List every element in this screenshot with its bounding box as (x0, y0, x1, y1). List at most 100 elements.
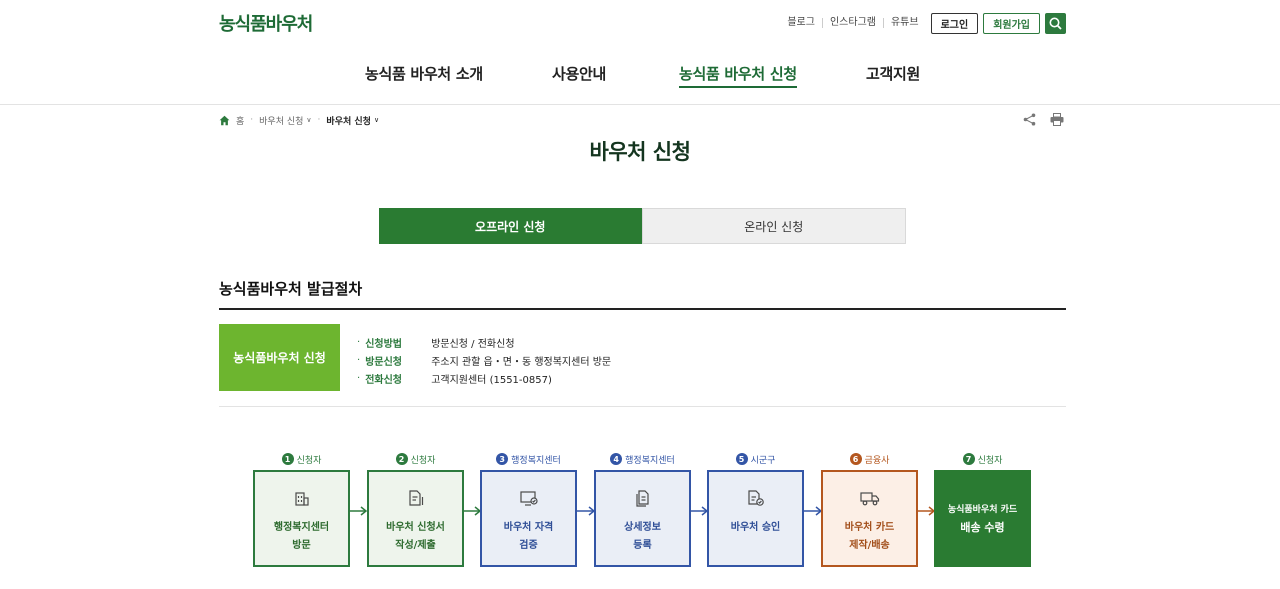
step-actor: 2 신청자 (367, 452, 464, 466)
document-pen-icon (408, 490, 423, 506)
breadcrumb-level1[interactable]: 바우처 신청 (259, 114, 303, 127)
tab-offline[interactable]: 오프라인 신청 (379, 208, 642, 244)
info-value: 고객지원센터 (1551-0857) (431, 374, 552, 386)
youtube-link[interactable]: 유튜브 (882, 18, 926, 28)
step-card: 행정복지센터방문 (253, 470, 350, 567)
building-icon (294, 492, 309, 506)
section-divider (219, 308, 1066, 310)
step-card: 농식품바우처 카드 배송 수령 (934, 470, 1031, 567)
step-line1: 바우처 자격 (503, 522, 554, 533)
step-actor-label: 행정복지센터 (625, 455, 675, 466)
nav-item-guide[interactable]: 사용안내 (552, 63, 606, 84)
step-card: 상세정보등록 (594, 470, 691, 567)
step-actor: 4 행정복지센터 (594, 452, 691, 466)
share-icon[interactable] (1023, 113, 1036, 126)
nav-item-apply[interactable]: 농식품 바우처 신청 (679, 63, 797, 88)
apply-info-list: · 신청방법 방문신청 / 전화신청 · 방문신청 주소지 관할 읍・면・동 행… (357, 333, 611, 387)
breadcrumb-home[interactable]: 홈 (236, 114, 244, 127)
step-card: 바우처 신청서작성/제출 (367, 470, 464, 567)
page-title: 바우처 신청 (589, 140, 691, 164)
step-actor-label: 신청자 (410, 455, 436, 466)
instagram-link[interactable]: 인스타그램 (821, 18, 883, 28)
step-actor: 5 시군구 (707, 452, 804, 466)
main-nav: 농식품 바우처 소개 사용안내 농식품 바우처 신청 고객지원 (0, 63, 1280, 88)
bullet-icon: · (357, 336, 361, 348)
step-actor-label: 시군구 (750, 455, 776, 466)
step-line1: 행정복지센터 (273, 522, 330, 533)
site-logo[interactable]: 농식품바우처 (219, 10, 313, 36)
step-line1: 바우처 신청서 (386, 522, 445, 533)
step-line2: 작성/제출 (395, 540, 436, 551)
step-number: 1 (281, 453, 294, 465)
chevron-down-icon[interactable]: ∨ (374, 116, 379, 124)
info-label: 방문신청 (365, 356, 402, 368)
step-card: 바우처 카드제작/배송 (821, 470, 918, 567)
arrow-right-icon (349, 506, 368, 516)
bullet-icon: · (357, 354, 361, 366)
step-line1: 바우처 승인 (730, 522, 781, 533)
step-actor-label: 행정복지센터 (511, 455, 561, 466)
process-step-1: 1 신청자 행정복지센터방문 (253, 452, 350, 567)
process-step-5: 5 시군구 바우처 승인 (707, 452, 804, 567)
documents-icon (635, 490, 649, 507)
section-divider (219, 406, 1066, 407)
step-actor: 7 신청자 (934, 452, 1031, 466)
process-step-3: 3 행정복지센터 바우처 자격검증 (480, 452, 577, 567)
step-number: 7 (962, 453, 975, 465)
step-actor: 1 신청자 (253, 452, 350, 466)
step-line2: 검증 (519, 540, 538, 551)
step-actor-label: 금융사 (864, 455, 890, 466)
info-label: 신청방법 (365, 338, 402, 350)
apply-tabs: 오프라인 신청 온라인 신청 (379, 208, 906, 244)
step-number: 5 (735, 453, 748, 465)
process-step-2: 2 신청자 바우처 신청서작성/제출 (367, 452, 464, 567)
login-button[interactable]: 로그인 (930, 12, 979, 34)
step-card: 바우처 자격검증 (480, 470, 577, 567)
process-step-4: 4 행정복지센터 상세정보등록 (594, 452, 691, 567)
step-number: 2 (395, 453, 408, 465)
step-card: 바우처 승인 (707, 470, 804, 567)
step-line2: 등록 (633, 540, 652, 551)
process-step-7: 7 신청자 농식품바우처 카드 배송 수령 (934, 452, 1031, 567)
info-row: · 신청방법 방문신청 / 전화신청 (357, 333, 611, 351)
step-number: 3 (496, 453, 509, 465)
step-actor: 3 행정복지센터 (480, 452, 577, 466)
step-line1: 바우처 카드 (844, 522, 895, 533)
apply-method-box: 농식품바우처 신청 (219, 324, 340, 391)
step-line1: 농식품바우처 카드 (947, 505, 1018, 515)
tab-online[interactable]: 온라인 신청 (641, 208, 906, 244)
utility-bar: 블로그 인스타그램 유튜브 로그인 회원가입 (780, 12, 1066, 34)
section-title: 농식품바우처 발급절차 (219, 280, 363, 298)
home-icon[interactable] (219, 115, 230, 126)
info-value: 주소지 관할 읍・면・동 행정복지센터 방문 (431, 356, 612, 368)
nav-item-support[interactable]: 고객지원 (866, 63, 920, 84)
step-line2: 제작/배송 (849, 540, 890, 551)
breadcrumb: 홈 · 바우처 신청 ∨ · 바우처 신청 ∨ (219, 113, 379, 127)
breadcrumb-level2[interactable]: 바우처 신청 (326, 114, 371, 127)
step-line1: 상세정보 (624, 522, 661, 533)
nav-item-intro[interactable]: 농식품 바우처 소개 (365, 63, 483, 84)
site-header: 농식품바우처 블로그 인스타그램 유튜브 로그인 회원가입 농식품 바우처 소개… (0, 0, 1280, 105)
document-approve-icon (747, 490, 764, 506)
step-actor-label: 신청자 (977, 455, 1003, 466)
print-icon[interactable] (1050, 113, 1064, 126)
process-step-6: 6 금융사 바우처 카드제작/배송 (821, 452, 918, 567)
bullet-icon: · (357, 372, 361, 384)
blog-link[interactable]: 블로그 (780, 18, 822, 28)
info-value: 방문신청 / 전화신청 (431, 338, 515, 350)
breadcrumb-separator: · (317, 115, 321, 125)
step-number: 4 (610, 453, 623, 465)
step-line2: 방문 (292, 540, 311, 551)
monitor-check-icon (519, 491, 538, 506)
step-actor: 6 금융사 (821, 452, 918, 466)
step-actor-label: 신청자 (296, 455, 322, 466)
breadcrumb-separator: · (250, 115, 254, 125)
search-button[interactable] (1045, 12, 1066, 34)
join-button[interactable]: 회원가입 (983, 12, 1040, 34)
search-icon (1049, 17, 1062, 30)
chevron-down-icon[interactable]: ∨ (306, 116, 311, 124)
info-label: 전화신청 (365, 374, 402, 386)
info-row: · 전화신청 고객지원센터 (1551-0857) (357, 369, 611, 387)
step-number: 6 (849, 453, 862, 465)
step-line2: 배송 수령 (960, 521, 1005, 534)
